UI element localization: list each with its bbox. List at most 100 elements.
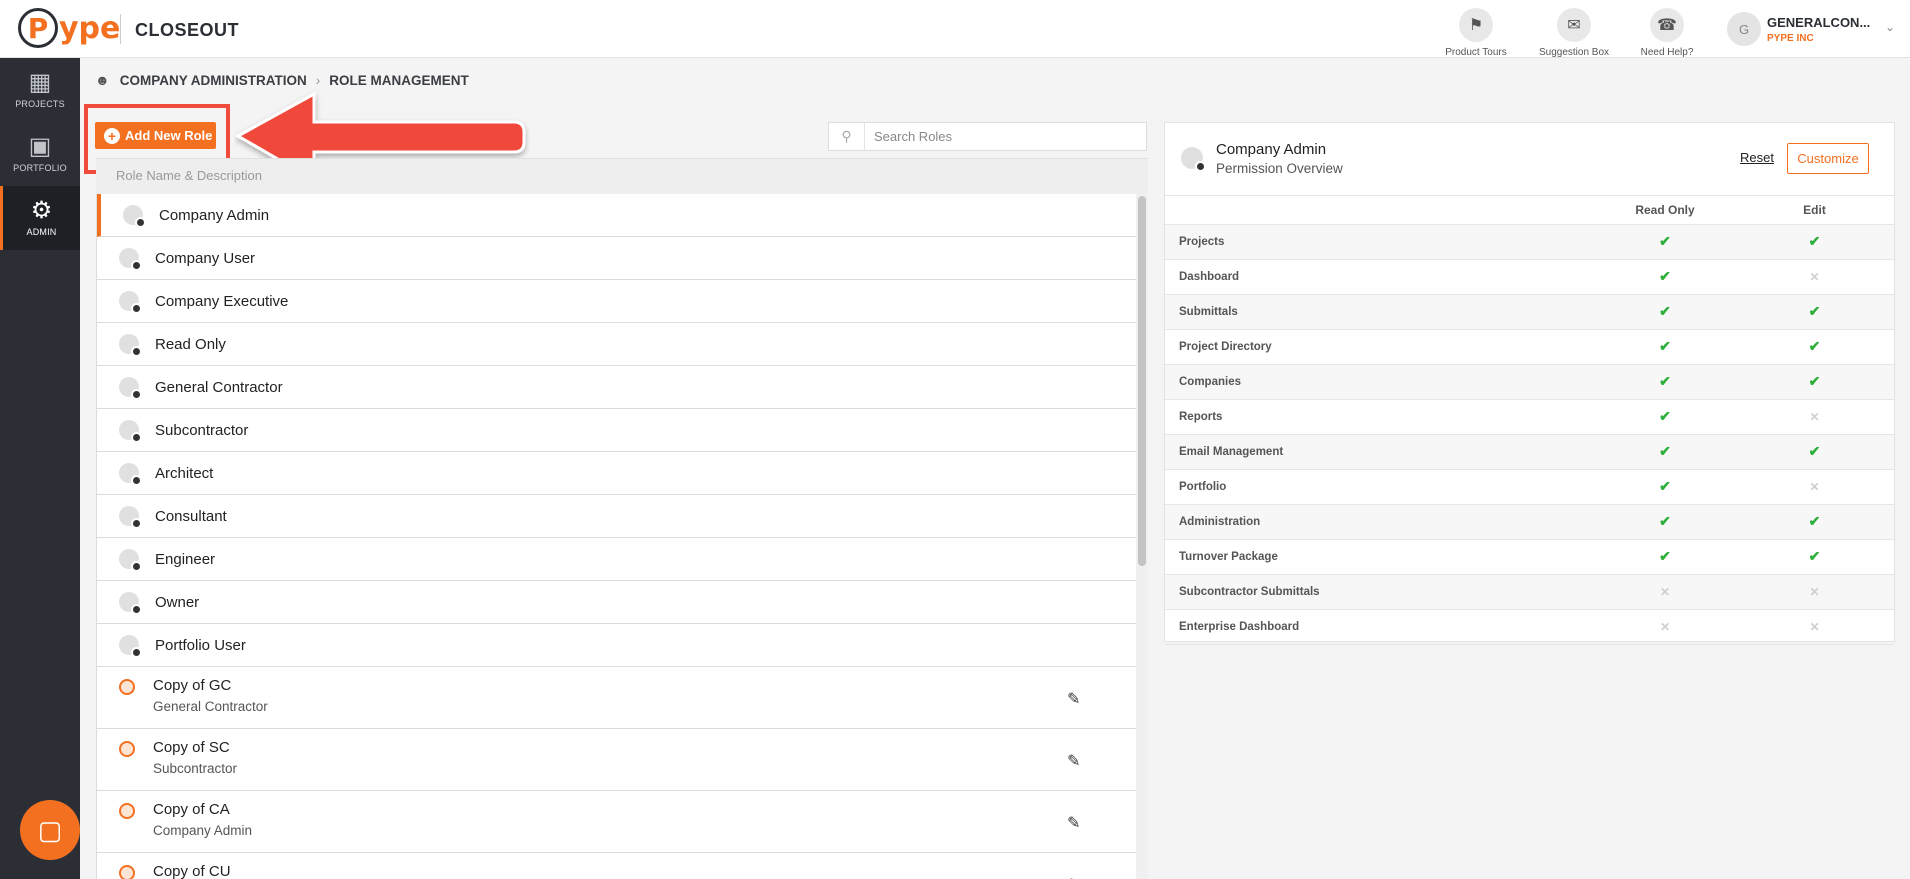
sidebar-item-portfolio[interactable]: ▣ PORTFOLIO — [0, 122, 80, 186]
role-name: Subcontractor — [155, 421, 249, 439]
search-input[interactable] — [865, 129, 1135, 144]
role-row-custom[interactable]: Copy of CA Company Admin ✎ — [97, 791, 1136, 853]
table-row: Dashboard ✔ ✕ — [1165, 259, 1894, 295]
scrollbar-thumb[interactable] — [1138, 196, 1146, 566]
suggestion-box-button[interactable]: ✉ Suggestion Box — [1534, 8, 1614, 58]
table-row: Enterprise Dashboard ✕ ✕ — [1165, 609, 1894, 645]
plus-circle-icon: + — [104, 127, 120, 144]
locked-role-icon — [119, 463, 142, 486]
pype-logo[interactable]: P ype — [18, 8, 120, 48]
custom-role-icon — [119, 803, 135, 819]
product-tours-label: Product Tours — [1445, 47, 1507, 58]
custom-role-icon — [119, 679, 135, 695]
edit-cell: ✕ — [1735, 574, 1894, 610]
role-row[interactable]: Portfolio User — [97, 624, 1136, 667]
sidebar: ▦ PROJECTS ▣ PORTFOLIO ⚙ ADMIN — [0, 58, 80, 879]
sidebar-item-admin[interactable]: ⚙ ADMIN — [0, 186, 80, 250]
read-only-column-header: Read Only — [1595, 196, 1735, 225]
customize-button[interactable]: Customize — [1787, 143, 1869, 174]
edit-cell: ✔ — [1735, 329, 1894, 365]
role-row-company-admin[interactable]: Company Admin — [97, 194, 1136, 237]
locked-role-icon — [1181, 147, 1206, 172]
role-row[interactable]: General Contractor — [97, 366, 1136, 409]
check-icon: ✔ — [1659, 303, 1671, 319]
user-name: GENERALCON... — [1767, 15, 1871, 30]
avatar: G — [1727, 12, 1761, 46]
check-icon: ✔ — [1659, 408, 1671, 424]
selected-role-title: Company Admin — [1216, 141, 1327, 158]
permission-panel-header: Company Admin Permission Overview Reset … — [1165, 123, 1894, 196]
logo-wordmark: ype — [59, 10, 121, 46]
sidebar-item-label: PORTFOLIO — [13, 163, 67, 173]
role-row[interactable]: Subcontractor — [97, 409, 1136, 452]
chat-icon: ▢ — [37, 814, 63, 845]
breadcrumb: ☻ COMPANY ADMINISTRATION › ROLE MANAGEME… — [95, 72, 469, 88]
role-name: Copy of CU — [153, 863, 231, 879]
read-only-cell: ✔ — [1595, 259, 1735, 295]
permission-table-body: Projects ✔ ✔ Dashboard ✔ ✕ Submittals ✔ ✔ Project… — [1165, 224, 1894, 645]
locked-role-icon — [119, 334, 142, 357]
x-icon: ✕ — [1659, 584, 1671, 599]
sidebar-item-label: ADMIN — [26, 227, 57, 237]
role-row[interactable]: Engineer — [97, 538, 1136, 581]
locked-role-icon — [119, 506, 142, 529]
check-icon: ✔ — [1808, 303, 1821, 319]
read-only-cell: ✔ — [1595, 434, 1735, 470]
suggestion-box-icon: ✉ — [1557, 8, 1591, 42]
role-name: Engineer — [155, 550, 216, 568]
x-icon: ✕ — [1809, 479, 1820, 494]
pencil-edit-icon[interactable]: ✎ — [1067, 689, 1080, 709]
role-row-custom[interactable]: Copy of CU ✎ — [97, 853, 1136, 879]
x-icon: ✕ — [1809, 409, 1820, 424]
suggestion-box-label: Suggestion Box — [1538, 47, 1610, 58]
product-tours-button[interactable]: ⚑ Product Tours — [1436, 8, 1516, 58]
role-row[interactable]: Company Executive — [97, 280, 1136, 323]
feature-name: Portfolio — [1165, 469, 1595, 505]
read-only-cell: ✔ — [1595, 364, 1735, 400]
pencil-edit-icon[interactable]: ✎ — [1067, 813, 1080, 833]
reset-link[interactable]: Reset — [1740, 150, 1774, 165]
user-menu[interactable]: G GENERALCON... PYPE INC ⌄ — [1727, 12, 1897, 46]
table-row: Turnover Package ✔ ✔ — [1165, 539, 1894, 575]
role-row[interactable]: Architect — [97, 452, 1136, 495]
role-name: Copy of CA — [153, 801, 230, 818]
feature-name: Dashboard — [1165, 259, 1595, 295]
feature-name: Submittals — [1165, 294, 1595, 330]
read-only-cell: ✔ — [1595, 224, 1735, 260]
role-name: Read Only — [155, 335, 226, 353]
role-name: Copy of GC — [153, 677, 232, 694]
locked-role-icon — [119, 291, 142, 314]
search-icon: ⚲ — [829, 123, 865, 150]
add-new-role-button[interactable]: + Add New Role — [95, 122, 216, 149]
check-icon: ✔ — [1808, 338, 1821, 354]
feature-name: Project Directory — [1165, 329, 1595, 365]
check-icon: ✔ — [1659, 373, 1671, 389]
permission-table: Read Only Edit Projects ✔ ✔ Dashboard ✔ ✕ Subm… — [1165, 196, 1894, 645]
search-roles-field[interactable]: ⚲ — [828, 122, 1147, 151]
add-new-role-label: Add New Role — [125, 128, 213, 143]
breadcrumb-company-administration[interactable]: COMPANY ADMINISTRATION — [120, 73, 307, 88]
pencil-edit-icon[interactable]: ✎ — [1067, 875, 1080, 879]
pencil-edit-icon[interactable]: ✎ — [1067, 751, 1080, 771]
permission-overview-panel: Company Admin Permission Overview Reset … — [1164, 122, 1895, 645]
need-help-button[interactable]: ☎ Need Help? — [1627, 8, 1707, 58]
check-icon: ✔ — [1659, 268, 1671, 284]
role-name: Company Admin — [159, 206, 270, 224]
chat-launcher-button[interactable]: ▢ — [20, 800, 80, 860]
role-name: Copy of SC — [153, 739, 230, 756]
briefcase-icon: ▣ — [28, 133, 52, 160]
role-row[interactable]: Consultant — [97, 495, 1136, 538]
read-only-cell: ✔ — [1595, 329, 1735, 365]
need-help-label: Need Help? — [1640, 47, 1694, 58]
locked-role-icon — [119, 420, 142, 443]
role-row-custom[interactable]: Copy of SC Subcontractor ✎ — [97, 729, 1136, 791]
role-row[interactable]: Owner — [97, 581, 1136, 624]
role-description: Subcontractor — [153, 761, 238, 776]
role-row[interactable]: Company User — [97, 237, 1136, 280]
table-row: Email Management ✔ ✔ — [1165, 434, 1894, 470]
read-only-cell: ✔ — [1595, 539, 1735, 575]
sidebar-item-projects[interactable]: ▦ PROJECTS — [0, 58, 80, 122]
role-row-custom[interactable]: Copy of GC General Contractor ✎ — [97, 667, 1136, 729]
role-row[interactable]: Read Only — [97, 323, 1136, 366]
check-icon: ✔ — [1659, 513, 1671, 529]
